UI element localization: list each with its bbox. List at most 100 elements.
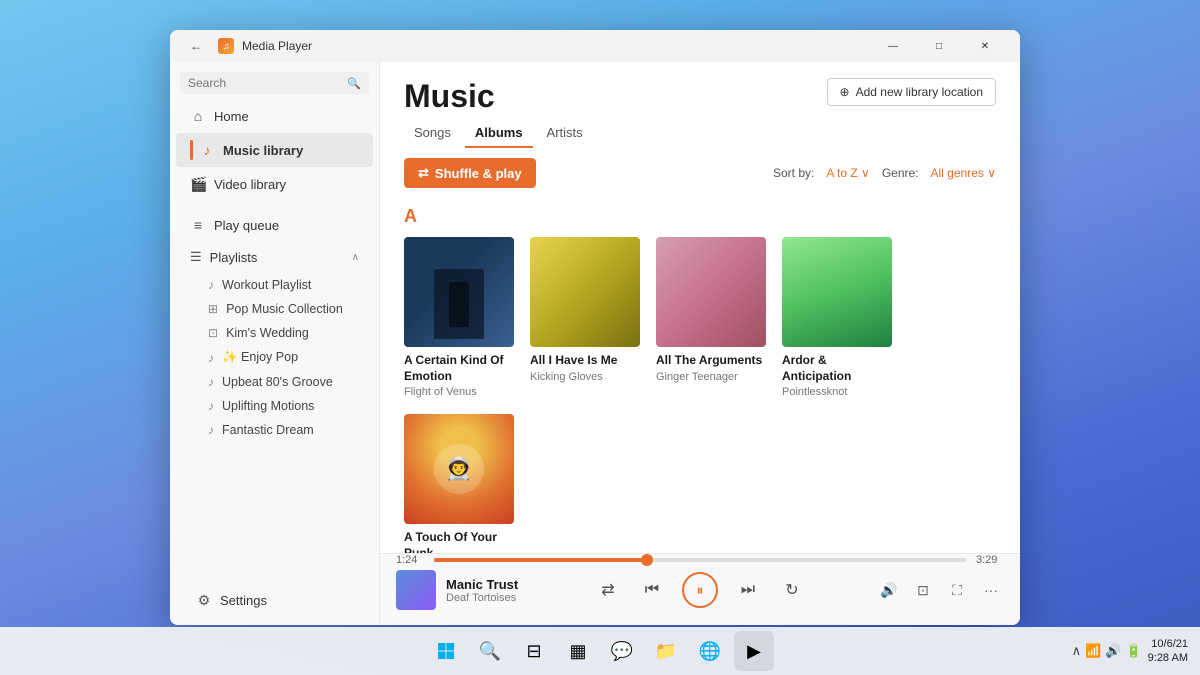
shuffle-button[interactable]: ⇄ Shuffle & play [404, 158, 536, 188]
taskbar-clock[interactable]: 10/6/21 9:28 AM [1148, 637, 1188, 666]
playlist-item-workout[interactable]: ♪ Workout Playlist [176, 274, 373, 296]
app-icon: ♫ [218, 38, 234, 54]
playlist-item-upbeat[interactable]: ♪ Upbeat 80's Groove [176, 371, 373, 393]
playlist-item-enjoy-pop[interactable]: ♪ ✨ Enjoy Pop [176, 346, 373, 369]
album-art: 👨‍🚀 [404, 414, 514, 524]
track-name: Manic Trust [446, 577, 518, 592]
miniplayer-button[interactable]: ⊡ [910, 577, 936, 603]
playlists-header[interactable]: ☰ Playlists ∧ [176, 242, 373, 272]
taskbar-teams[interactable]: 💬 [602, 631, 642, 671]
shuffle-playback-button[interactable]: ⇄ [594, 576, 622, 604]
more-options-button[interactable]: ··· [978, 577, 1004, 603]
album-card[interactable]: A Certain Kind Of Emotion Flight of Venu… [404, 237, 514, 398]
taskbar-edge[interactable]: 🌐 [690, 631, 730, 671]
sort-value[interactable]: A to Z ∨ [826, 166, 869, 180]
sort-genre-controls: Sort by: A to Z ∨ Genre: All genres ∨ [773, 166, 996, 180]
track-thumbnail [396, 570, 436, 610]
taskbar-start-button[interactable] [426, 631, 466, 671]
sidebar-item-home[interactable]: ⌂ Home [176, 101, 373, 131]
playlist-icon: ♪ [208, 375, 214, 389]
title-bar: ← ♫ Media Player — □ ✕ [170, 30, 1020, 62]
sidebar-item-settings[interactable]: ⚙ Settings [182, 585, 367, 616]
queue-icon: ≡ [190, 217, 206, 233]
album-artist: Pointlessknot [782, 386, 892, 398]
taskbar-media-player-pinned[interactable]: ▶ [734, 631, 774, 671]
progress-bar[interactable] [434, 558, 966, 562]
sidebar-item-play-queue[interactable]: ≡ Play queue [176, 210, 373, 240]
music-library-label: Music library [223, 143, 303, 158]
playlists-icon: ☰ [190, 249, 202, 265]
progress-fill [434, 558, 647, 562]
repeat-button[interactable]: ↻ [778, 576, 806, 604]
battery-icon[interactable]: 🔋 [1125, 643, 1141, 659]
album-card[interactable]: All The Arguments Ginger Teenager [656, 237, 766, 398]
media-player-window: ← ♫ Media Player — □ ✕ 🔍 ⌂ Home ♪ [170, 30, 1020, 625]
sidebar-item-video-library[interactable]: 🎬 Video library [176, 169, 373, 200]
right-panel: Music ⊕ Add new library location Songs A… [380, 62, 1020, 625]
video-library-label: Video library [214, 177, 286, 192]
album-artist: Kicking Gloves [530, 371, 640, 383]
maximize-button[interactable]: □ [916, 30, 962, 62]
playlist-icon: ♪ [208, 278, 214, 292]
progress-thumb [641, 554, 653, 566]
video-icon: 🎬 [190, 176, 206, 193]
play-pause-button[interactable]: ⏸ [682, 572, 718, 608]
genre-value[interactable]: All genres ∨ [931, 166, 996, 180]
close-button[interactable]: ✕ [962, 30, 1008, 62]
taskbar-widgets[interactable]: ▦ [558, 631, 598, 671]
back-button[interactable]: ← [182, 32, 210, 60]
taskbar-task-view[interactable]: ⊟ [514, 631, 554, 671]
settings-label: Settings [220, 593, 267, 608]
albums-row-a: A Certain Kind Of Emotion Flight of Venu… [404, 237, 996, 553]
album-art [656, 237, 766, 347]
music-icon: ♪ [199, 142, 215, 158]
taskbar-explorer[interactable]: 📁 [646, 631, 686, 671]
shuffle-label: Shuffle & play [435, 166, 522, 181]
next-button[interactable]: ⏭ [734, 576, 762, 604]
add-library-button[interactable]: ⊕ Add new library location [827, 78, 996, 106]
total-time: 3:29 [976, 554, 1004, 566]
playlist-item-uplifting[interactable]: ♪ Uplifting Motions [176, 395, 373, 417]
section-a-letter: A [404, 206, 996, 227]
playlist-icon: ♪ [208, 399, 214, 413]
add-library-label: Add new library location [856, 85, 983, 99]
playlist-label: Pop Music Collection [226, 302, 343, 316]
add-library-icon: ⊕ [840, 85, 850, 99]
fullscreen-button[interactable]: ⛶ [944, 577, 970, 603]
tab-artists[interactable]: Artists [537, 119, 593, 148]
tab-songs[interactable]: Songs [404, 119, 461, 148]
controls-row: Manic Trust Deaf Tortoises ⇄ ⏮ ⏸ ⏭ ↻ 🔊 ⊡ [396, 570, 1004, 610]
search-input[interactable] [188, 76, 343, 90]
album-title: All The Arguments [656, 353, 766, 369]
active-indicator [190, 140, 193, 160]
playlist-label: Uplifting Motions [222, 399, 314, 413]
tabs-bar: Songs Albums Artists [380, 119, 1020, 148]
album-card[interactable]: Ardor & Anticipation Pointlessknot [782, 237, 892, 398]
search-box[interactable]: 🔍 [180, 72, 369, 94]
previous-button[interactable]: ⏮ [638, 576, 666, 604]
playlist-item-pop-collection[interactable]: ⊞ Pop Music Collection [176, 298, 373, 320]
playback-controls: ⇄ ⏮ ⏸ ⏭ ↻ [594, 572, 806, 608]
taskbar-search-button[interactable]: 🔍 [470, 631, 510, 671]
playlists-label: Playlists [210, 250, 258, 265]
playlist-item-fantastic[interactable]: ♪ Fantastic Dream [176, 419, 373, 441]
home-label: Home [214, 109, 249, 124]
volume-tray-icon[interactable]: 🔊 [1105, 643, 1121, 659]
album-card[interactable]: 👨‍🚀 A Touch Of Your Punk Compass Tribute [404, 414, 514, 553]
album-art [530, 237, 640, 347]
album-artist: Flight of Venus [404, 386, 514, 398]
volume-button[interactable]: 🔊 [876, 577, 902, 603]
tab-albums[interactable]: Albums [465, 119, 533, 148]
wifi-icon[interactable]: 📶 [1085, 643, 1101, 659]
album-card[interactable]: All I Have Is Me Kicking Gloves [530, 237, 640, 398]
album-title: Ardor & Anticipation [782, 353, 892, 384]
chevron-up-tray-icon[interactable]: ∧ [1072, 643, 1082, 659]
taskbar-center: 🔍 ⊟ ▦ 💬 📁 🌐 ▶ [426, 631, 774, 671]
minimize-button[interactable]: — [870, 30, 916, 62]
album-title: All I Have Is Me [530, 353, 640, 369]
album-art [782, 237, 892, 347]
playlist-item-kim-wedding[interactable]: ⊡ Kim's Wedding [176, 322, 373, 344]
playlist-icon: ⊡ [208, 326, 218, 340]
playlist-icon: ♪ [208, 351, 214, 365]
sidebar-item-music-library[interactable]: ♪ Music library [176, 133, 373, 167]
